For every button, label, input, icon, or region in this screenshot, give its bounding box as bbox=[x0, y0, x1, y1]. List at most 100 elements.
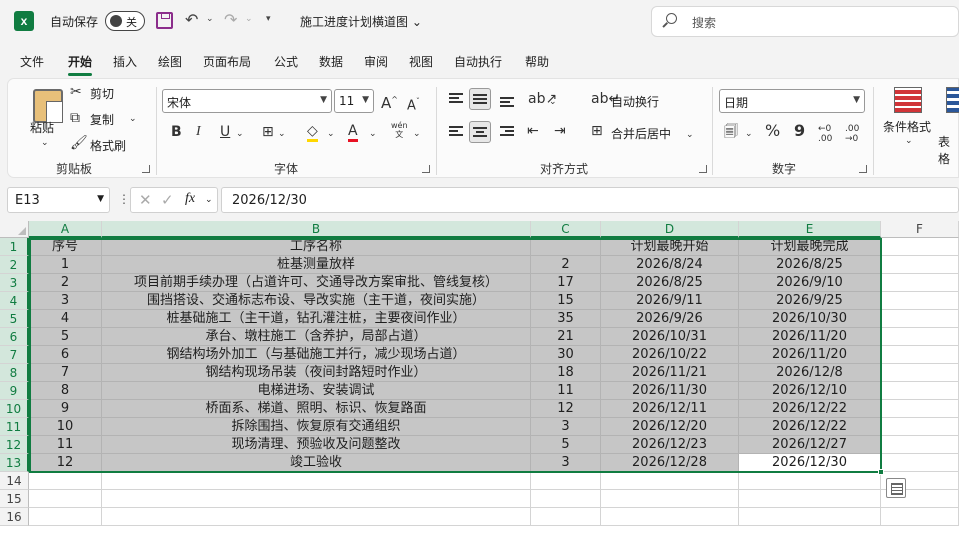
table-cell[interactable] bbox=[881, 238, 959, 256]
table-cell[interactable] bbox=[739, 490, 881, 508]
table-cell[interactable]: 2026/12/28 bbox=[601, 454, 739, 472]
table-cell[interactable]: 2 bbox=[531, 256, 601, 274]
table-cell[interactable]: 2026/11/20 bbox=[739, 328, 881, 346]
table-cell[interactable] bbox=[739, 472, 881, 490]
column-header-f[interactable]: F bbox=[881, 221, 959, 238]
column-header-c[interactable]: C bbox=[531, 221, 601, 238]
table-cell[interactable]: 11 bbox=[531, 382, 601, 400]
table-cell[interactable]: 桩基测量放样 bbox=[102, 256, 531, 274]
alignment-dialog-launcher-icon[interactable] bbox=[699, 165, 707, 173]
decrease-font-icon[interactable]: Aˇ bbox=[407, 94, 420, 114]
table-cell[interactable]: 2026/12/8 bbox=[739, 364, 881, 382]
align-center-button[interactable] bbox=[469, 121, 491, 143]
table-cell[interactable] bbox=[29, 508, 102, 526]
autosave-toggle[interactable]: 关 bbox=[105, 11, 145, 31]
row-header-9[interactable]: 9 bbox=[0, 382, 29, 400]
clipboard-dialog-launcher-icon[interactable] bbox=[142, 165, 150, 173]
table-cell[interactable]: 电梯进场、安装调试 bbox=[102, 382, 531, 400]
table-cell[interactable]: 6 bbox=[29, 346, 102, 364]
table-cell[interactable] bbox=[881, 508, 959, 526]
row-header-2[interactable]: 2 bbox=[0, 256, 29, 274]
more-options-icon[interactable]: ⋮ bbox=[118, 192, 130, 206]
decrease-indent-icon[interactable]: ⇤ bbox=[527, 123, 539, 139]
tab-formulas[interactable]: 公式 bbox=[274, 53, 298, 70]
table-cell[interactable]: 2026/10/22 bbox=[601, 346, 739, 364]
column-header-d[interactable]: D bbox=[601, 221, 739, 238]
table-cell[interactable]: 桥面系、梯道、照明、标识、恢复路面 bbox=[102, 400, 531, 418]
tab-review[interactable]: 审阅 bbox=[364, 53, 388, 70]
table-cell[interactable] bbox=[881, 346, 959, 364]
table-cell[interactable]: 3 bbox=[531, 418, 601, 436]
table-cell[interactable]: 承台、墩柱施工（含养护，局部占道） bbox=[102, 328, 531, 346]
table-cell[interactable] bbox=[881, 256, 959, 274]
format-painter-button[interactable]: 格式刷 bbox=[90, 137, 126, 154]
table-cell[interactable]: 8 bbox=[29, 382, 102, 400]
row-header-6[interactable]: 6 bbox=[0, 328, 29, 346]
wrap-text-button[interactable]: 自动换行 bbox=[611, 93, 659, 110]
paste-button[interactable]: 粘贴 bbox=[30, 119, 54, 136]
redo-icon[interactable]: ↷ bbox=[224, 10, 237, 29]
paste-dropdown-icon[interactable]: ⌄ bbox=[41, 135, 49, 151]
table-cell[interactable]: 围挡搭设、交通标志布设、导改实施（主干道，夜间实施） bbox=[102, 292, 531, 310]
accounting-format-icon[interactable]: 🗐 bbox=[724, 124, 738, 140]
row-header-10[interactable]: 10 bbox=[0, 400, 29, 418]
table-cell[interactable]: 拆除围挡、恢复原有交通组织 bbox=[102, 418, 531, 436]
search-input[interactable]: 搜索 bbox=[651, 6, 959, 37]
tab-automate[interactable]: 自动执行 bbox=[454, 53, 502, 70]
font-color-icon[interactable]: A bbox=[348, 123, 358, 142]
table-cell[interactable]: 2026/12/22 bbox=[739, 418, 881, 436]
table-cell[interactable]: 2026/8/25 bbox=[601, 274, 739, 292]
table-cell[interactable]: 2026/9/26 bbox=[601, 310, 739, 328]
cancel-icon[interactable]: ✕ bbox=[139, 191, 152, 209]
table-cell[interactable] bbox=[531, 508, 601, 526]
header-cell[interactable]: 计划最晚完成 bbox=[739, 238, 881, 256]
customize-toolbar-icon[interactable]: ▾ bbox=[266, 14, 271, 24]
name-box[interactable]: E13 ▼ bbox=[7, 187, 110, 213]
row-header-12[interactable]: 12 bbox=[0, 436, 29, 454]
table-cell[interactable]: 5 bbox=[29, 328, 102, 346]
font-dialog-launcher-icon[interactable] bbox=[422, 165, 430, 173]
row-header-8[interactable]: 8 bbox=[0, 364, 29, 382]
table-cell[interactable] bbox=[102, 490, 531, 508]
table-cell[interactable]: 17 bbox=[531, 274, 601, 292]
table-cell[interactable] bbox=[881, 274, 959, 292]
table-cell[interactable] bbox=[881, 310, 959, 328]
row-header-14[interactable]: 14 bbox=[0, 472, 29, 490]
table-cell[interactable]: 1 bbox=[29, 256, 102, 274]
formula-input[interactable]: 2026/12/30 bbox=[221, 187, 959, 213]
tab-data[interactable]: 数据 bbox=[319, 53, 343, 70]
fill-color-icon[interactable]: ◇ bbox=[307, 123, 318, 142]
bold-icon[interactable]: B bbox=[171, 124, 182, 140]
tab-draw[interactable]: 绘图 bbox=[158, 53, 182, 70]
table-cell[interactable]: 21 bbox=[531, 328, 601, 346]
table-cell[interactable]: 2026/12/10 bbox=[739, 382, 881, 400]
merge-center-icon[interactable]: ⊞ bbox=[591, 123, 603, 139]
paste-icon[interactable] bbox=[33, 89, 63, 123]
header-cell[interactable]: 序号 bbox=[29, 238, 102, 256]
table-cell[interactable] bbox=[881, 364, 959, 382]
format-as-table-button[interactable]: 表格 bbox=[938, 133, 958, 167]
font-size-select[interactable]: 11 ▼ bbox=[334, 89, 374, 113]
tab-help[interactable]: 帮助 bbox=[525, 53, 549, 70]
orientation-dropdown-icon[interactable]: ⌄ bbox=[549, 94, 557, 110]
fill-color-dropdown-icon[interactable]: ⌄ bbox=[327, 126, 335, 142]
table-cell[interactable] bbox=[881, 382, 959, 400]
table-cell[interactable] bbox=[601, 490, 739, 508]
table-cell[interactable]: 18 bbox=[531, 364, 601, 382]
table-cell[interactable]: 2026/11/20 bbox=[739, 346, 881, 364]
table-cell[interactable]: 10 bbox=[29, 418, 102, 436]
table-cell[interactable] bbox=[601, 472, 739, 490]
align-left-icon[interactable] bbox=[449, 126, 463, 137]
table-cell[interactable]: 7 bbox=[29, 364, 102, 382]
tab-home[interactable]: 开始 bbox=[68, 53, 93, 76]
table-cell[interactable]: 2026/10/31 bbox=[601, 328, 739, 346]
row-header-16[interactable]: 16 bbox=[0, 508, 29, 526]
font-name-select[interactable]: 宋体 ▼ bbox=[162, 89, 332, 113]
conditional-formatting-icon[interactable] bbox=[894, 87, 922, 113]
header-cell[interactable] bbox=[531, 238, 601, 256]
increase-indent-icon[interactable]: ⇥ bbox=[554, 123, 566, 139]
table-cell[interactable] bbox=[881, 400, 959, 418]
table-cell[interactable]: 3 bbox=[29, 292, 102, 310]
table-cell[interactable]: 2026/11/30 bbox=[601, 382, 739, 400]
row-header-11[interactable]: 11 bbox=[0, 418, 29, 436]
